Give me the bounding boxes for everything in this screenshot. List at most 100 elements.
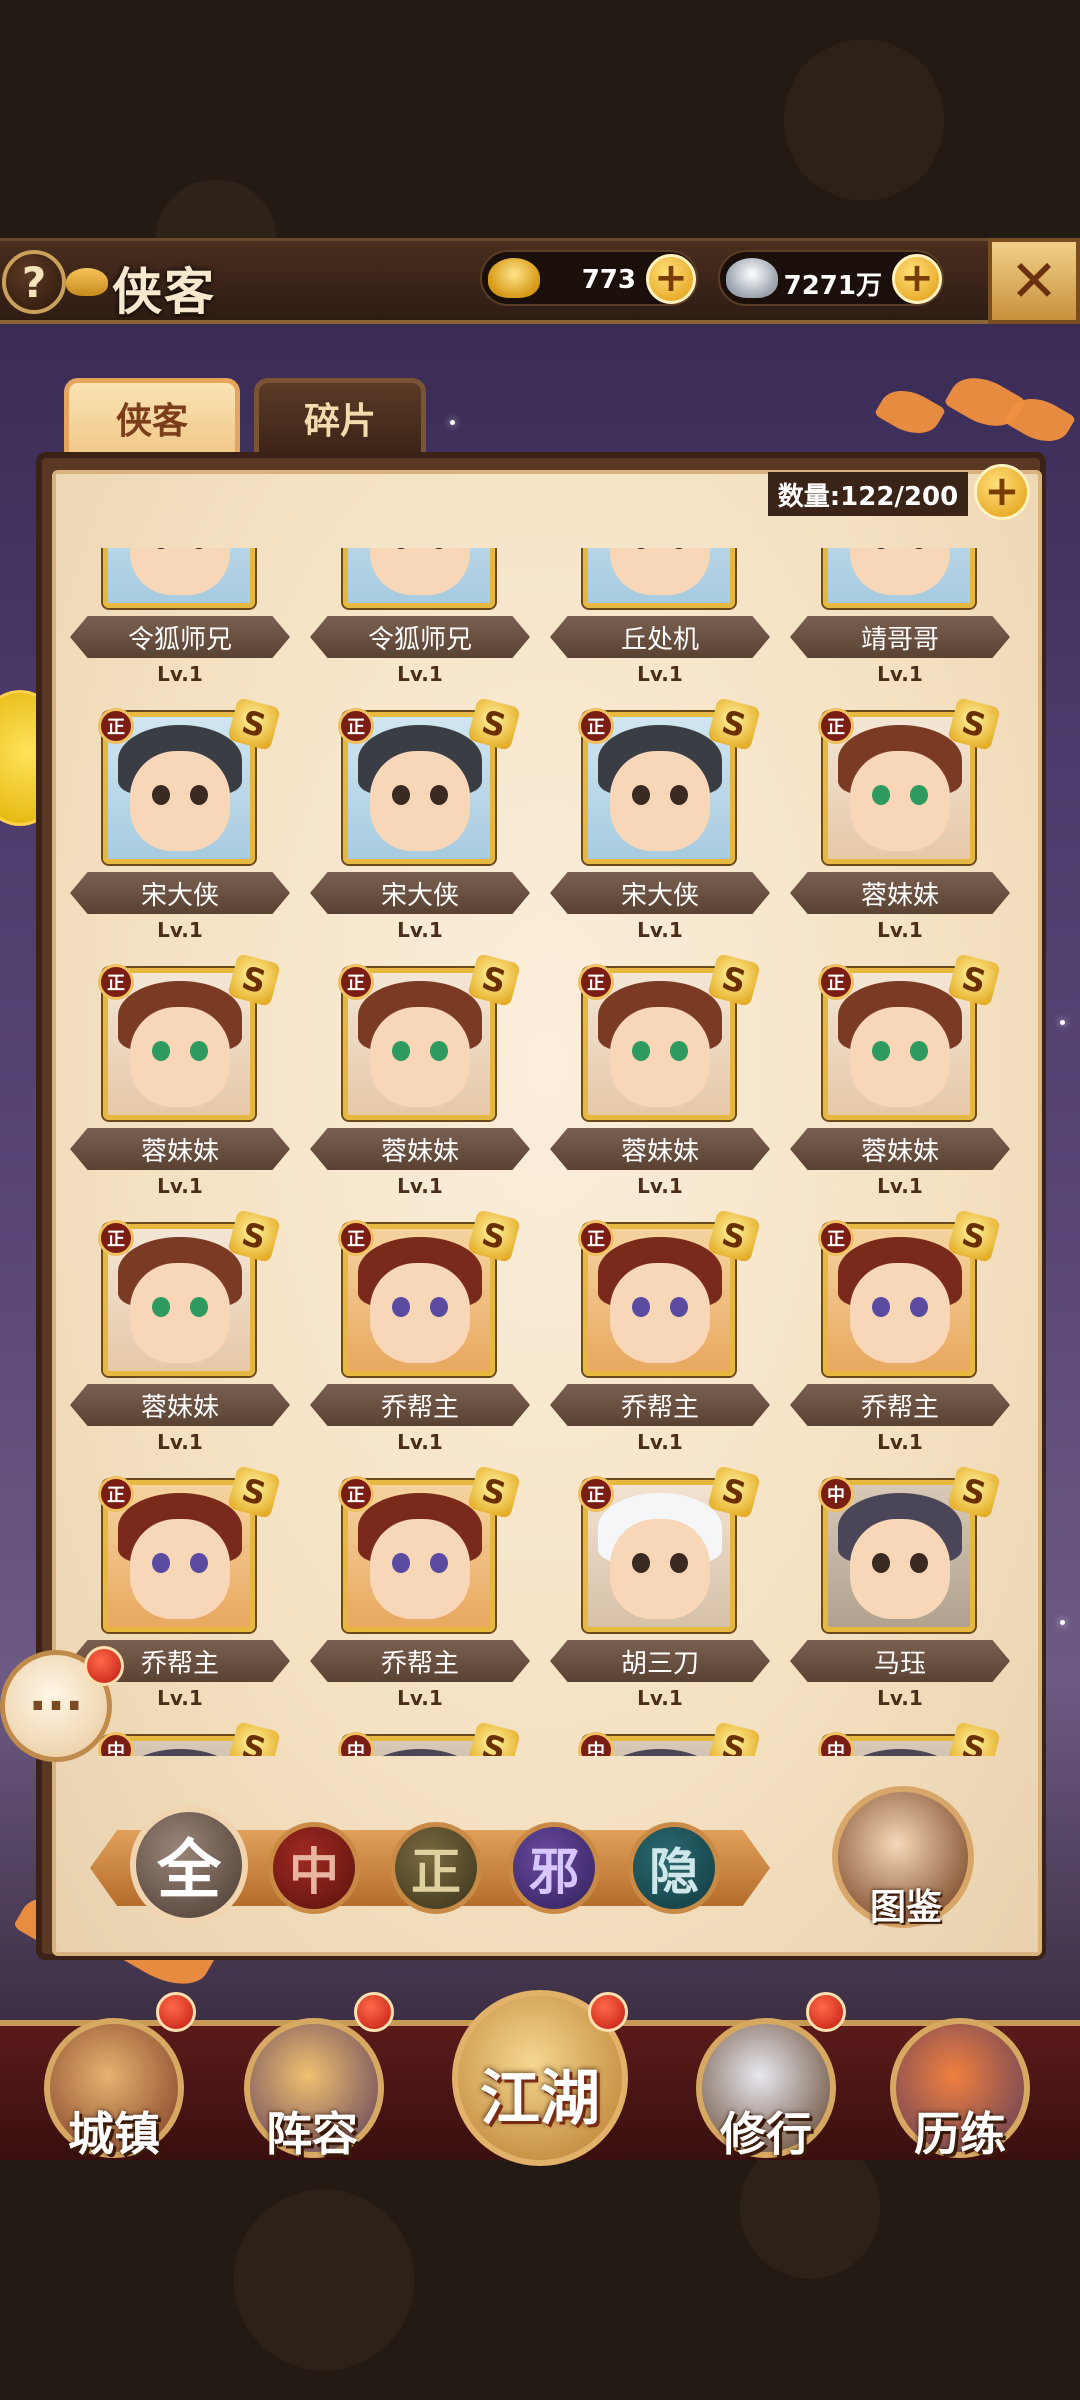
hero-level: Lv.1 [397, 1430, 443, 1454]
hero-level: Lv.1 [877, 662, 923, 686]
hero-level: Lv.1 [637, 1174, 683, 1198]
hero-name: 乔帮主 [790, 1384, 1010, 1426]
hero-face [610, 1007, 710, 1107]
hero-level: Lv.1 [397, 1174, 443, 1198]
hero-card[interactable]: 令狐师兄 Lv.1 [60, 548, 300, 712]
hero-level: Lv.1 [637, 1686, 683, 1710]
hero-eye [430, 785, 448, 805]
hero-name: 蓉妹妹 [790, 872, 1010, 914]
notification-dot [354, 1992, 394, 2032]
hero-level: Lv.1 [157, 662, 203, 686]
hero-card[interactable]: 正 S 蓉妹妹 Lv.1 [300, 953, 540, 1224]
hero-eye [392, 785, 410, 805]
hero-face [610, 751, 710, 851]
hero-name: 乔帮主 [310, 1640, 530, 1682]
hero-name: 马珏 [790, 1640, 1010, 1682]
hero-name: 令狐师兄 [310, 616, 530, 658]
hero-eye [152, 1297, 170, 1317]
add-gold-button[interactable]: + [646, 254, 696, 304]
hero-name: 宋大侠 [550, 872, 770, 914]
hero-name: 蓉妹妹 [70, 1128, 290, 1170]
hero-card[interactable]: 正 S 蓉妹妹 Lv.1 [60, 1209, 300, 1480]
hero-name: 令狐师兄 [70, 616, 290, 658]
expand-capacity-button[interactable]: + [974, 464, 1030, 520]
notification-dot [588, 1992, 628, 2032]
hero-card[interactable]: 靖哥哥 Lv.1 [780, 548, 1020, 712]
hero-list[interactable]: 令狐师兄 Lv.1 令狐师兄 Lv.1 丘处机 Lv.1 靖哥哥 Lv.1 正 S 宋大侠 Lv.1 正… [60, 548, 1020, 1756]
hero-card[interactable]: 正 S 蓉妹妹 Lv.1 [780, 953, 1020, 1224]
hero-name: 宋大侠 [310, 872, 530, 914]
close-button[interactable]: ✕ [988, 238, 1080, 324]
faction-badge: 正 [578, 1220, 614, 1256]
hero-card[interactable]: 正 S 宋大侠 Lv.1 [60, 697, 300, 968]
hero-level: Lv.1 [397, 662, 443, 686]
faction-badge: 正 [818, 708, 854, 744]
silver-value: 7271万 [783, 271, 882, 301]
hero-card[interactable]: 正 S 蓉妹妹 Lv.1 [540, 953, 780, 1224]
hero-name: 乔帮主 [550, 1384, 770, 1426]
hero-face [370, 1007, 470, 1107]
hero-name: 蓉妹妹 [310, 1128, 530, 1170]
hero-face [370, 1519, 470, 1619]
filter-all-button[interactable]: 全 [130, 1806, 248, 1924]
hero-count-badge: 数量:122/200 [768, 472, 968, 516]
faction-badge: 正 [98, 1220, 134, 1256]
hero-level: Lv.1 [397, 1686, 443, 1710]
hero-eye [152, 785, 170, 805]
hero-card[interactable]: 中S [300, 1721, 540, 1756]
notification-dot [156, 1992, 196, 2032]
hero-card[interactable]: 正 S 蓉妹妹 Lv.1 [60, 953, 300, 1224]
hero-card[interactable]: 正 S 胡三刀 Lv.1 [540, 1465, 780, 1736]
help-button[interactable]: ? [2, 250, 66, 314]
tab-heroes[interactable]: 侠客 [64, 378, 240, 458]
hero-level: Lv.1 [877, 918, 923, 942]
hero-level: Lv.1 [877, 1174, 923, 1198]
hero-face [610, 1263, 710, 1363]
hero-face [130, 548, 230, 595]
hero-eye [430, 1041, 448, 1061]
hero-card[interactable]: 中S [540, 1721, 780, 1756]
tab-fragments[interactable]: 碎片 [254, 378, 426, 458]
filter-righteous-button[interactable]: 正 [390, 1822, 482, 1914]
hero-card[interactable]: 正 S 宋大侠 Lv.1 [300, 697, 540, 968]
hero-level: Lv.1 [637, 918, 683, 942]
hero-name: 乔帮主 [310, 1384, 530, 1426]
hero-eye [872, 1297, 890, 1317]
faction-badge: 正 [578, 708, 614, 744]
nav-jianghu-label: 江湖 [480, 2064, 600, 2134]
filter-neutral-button[interactable]: 中 [268, 1822, 360, 1914]
hero-card[interactable]: 令狐师兄 Lv.1 [300, 548, 540, 712]
hero-card[interactable]: 中 S 马珏 Lv.1 [780, 1465, 1020, 1736]
hero-name: 蓉妹妹 [790, 1128, 1010, 1170]
faction-badge: 中 [818, 1476, 854, 1512]
gold-ingot-icon [488, 258, 540, 298]
question-icon: ? [21, 257, 47, 307]
hero-name: 蓉妹妹 [550, 1128, 770, 1170]
filter-evil-button[interactable]: 邪 [508, 1822, 600, 1914]
hero-card[interactable]: 丘处机 Lv.1 [540, 548, 780, 712]
hero-eye [430, 1553, 448, 1573]
hero-eye [910, 1297, 928, 1317]
hero-eye [632, 785, 650, 805]
hero-card[interactable]: 正 S 蓉妹妹 Lv.1 [780, 697, 1020, 968]
hero-card[interactable]: 正 S 乔帮主 Lv.1 [300, 1209, 540, 1480]
hero-card[interactable]: 正 S 乔帮主 Lv.1 [780, 1209, 1020, 1480]
hero-card[interactable]: 中S [780, 1721, 1020, 1756]
codex-label: 图鉴 [869, 1886, 942, 1928]
filter-hidden-button[interactable]: 隐 [628, 1822, 720, 1914]
nav-town-label: 城镇 [68, 2107, 160, 2161]
faction-badge: 正 [98, 1476, 134, 1512]
hero-card[interactable]: 正 S 乔帮主 Lv.1 [540, 1209, 780, 1480]
add-silver-button[interactable]: + [892, 254, 942, 304]
hero-eye [670, 1297, 688, 1317]
page-title: 侠客 [112, 262, 216, 321]
hero-eye [910, 1041, 928, 1061]
star [1060, 1620, 1065, 1625]
hero-card[interactable]: 正 S 乔帮主 Lv.1 [300, 1465, 540, 1736]
hero-name: 靖哥哥 [790, 616, 1010, 658]
hero-eye [872, 1041, 890, 1061]
hero-card[interactable]: 正 S 宋大侠 Lv.1 [540, 697, 780, 968]
hero-portrait [823, 548, 975, 608]
hero-face [130, 1519, 230, 1619]
chat-bubble-icon: ··· [28, 1678, 84, 1734]
